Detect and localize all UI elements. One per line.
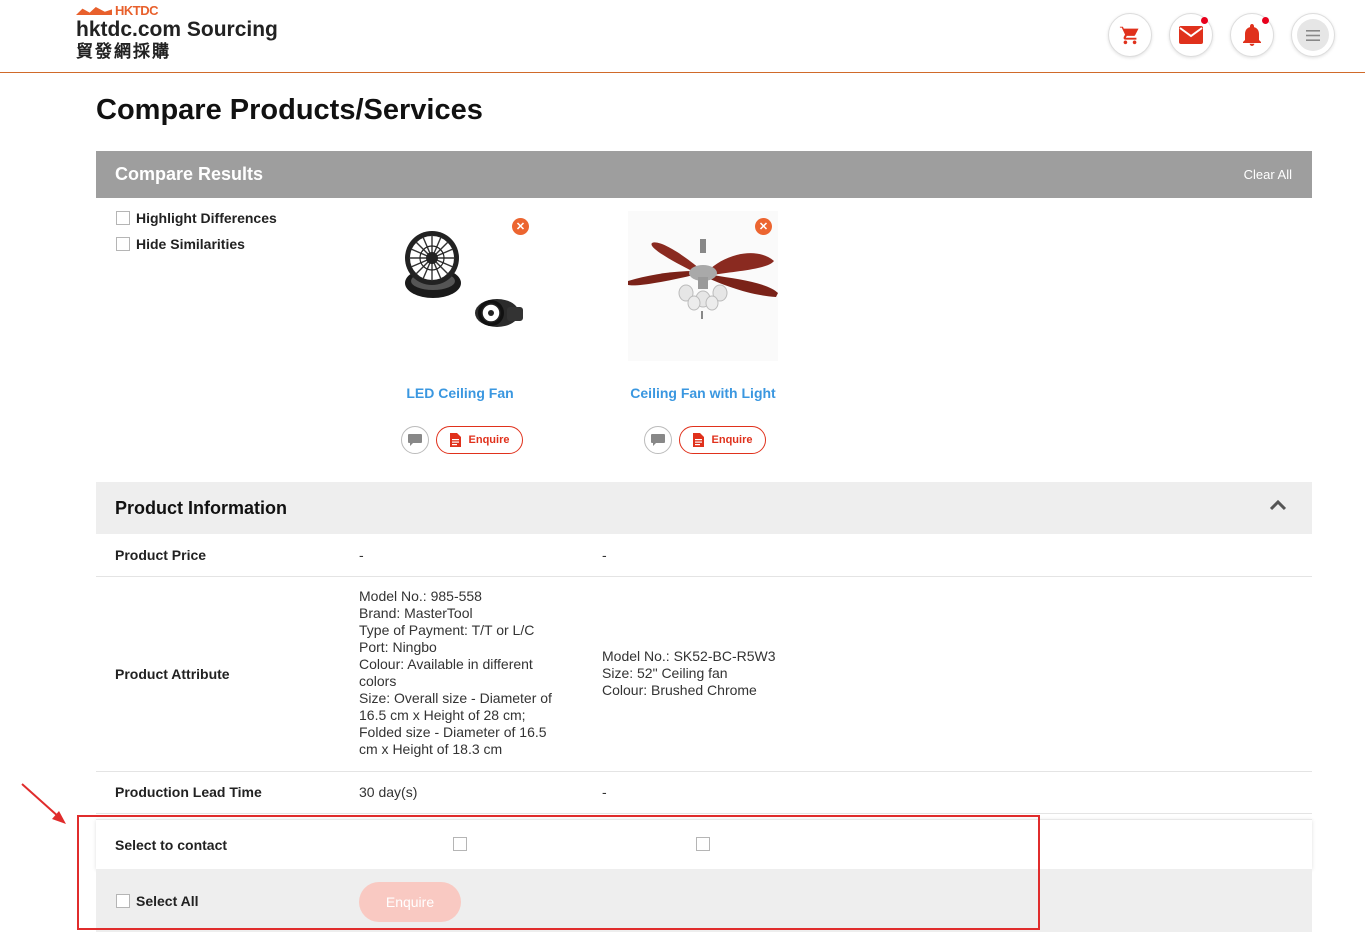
hktdc-logo[interactable]: HKTDC hktdc.com Sourcing 貿發網採購 xyxy=(76,3,278,62)
page-title: Compare Products/Services xyxy=(96,94,483,126)
product-name-link[interactable]: Ceiling Fan with Light xyxy=(618,385,788,401)
clear-all-link[interactable]: Clear All xyxy=(1244,167,1292,182)
row-label: Production Lead Time xyxy=(115,784,262,800)
select-all-checkbox[interactable] xyxy=(116,894,130,908)
table-row: Product Attribute Model No.: 985-558 Bra… xyxy=(96,577,1312,772)
contact-checkbox-product-1[interactable] xyxy=(453,837,467,851)
enquire-selected-button[interactable]: Enquire xyxy=(359,882,461,922)
menu-button[interactable] xyxy=(1291,13,1335,57)
enquire-label: Enquire xyxy=(711,434,753,446)
highlight-differences-checkbox[interactable] xyxy=(116,211,130,225)
product-card-2: ✕ xyxy=(628,211,778,361)
select-all-row: Select All Enquire xyxy=(96,869,1312,932)
ceiling-fan-with-light-image[interactable]: ✕ xyxy=(628,211,778,361)
hide-similarities-checkbox[interactable] xyxy=(116,237,130,251)
annotation-arrow-icon xyxy=(21,783,66,824)
hide-similarities-option[interactable]: Hide Similarities xyxy=(116,236,245,252)
product-actions: Enquire xyxy=(401,426,523,454)
select-all-option[interactable]: Select All xyxy=(116,893,199,909)
highlight-differences-label: Highlight Differences xyxy=(136,210,277,226)
row-value: - xyxy=(602,547,607,563)
product-actions: Enquire xyxy=(644,426,766,454)
notifications-button[interactable] xyxy=(1230,13,1274,57)
menu-icon xyxy=(1306,29,1320,41)
product-information-header[interactable]: Product Information xyxy=(96,482,1312,534)
row-label: Product Attribute xyxy=(115,666,230,682)
select-to-contact-row: Select to contact xyxy=(96,819,1312,869)
product-name-link[interactable]: LED Ceiling Fan xyxy=(385,385,535,401)
compare-results-title: Compare Results xyxy=(115,164,264,184)
compare-results-bar: Compare Results Clear All xyxy=(96,151,1312,198)
unread-dot xyxy=(1201,17,1208,24)
select-to-contact-label: Select to contact xyxy=(115,837,228,853)
chat-icon xyxy=(408,434,422,446)
chat-button[interactable] xyxy=(401,426,429,454)
document-icon xyxy=(692,433,704,447)
logo-brand: HKTDC xyxy=(115,2,159,18)
table-row: Product Price - - xyxy=(96,535,1312,577)
hide-similarities-label: Hide Similarities xyxy=(136,236,245,252)
logo-title: hktdc.com Sourcing xyxy=(76,18,278,41)
led-ceiling-fan-image[interactable]: ✕ xyxy=(385,211,535,361)
row-value: 30 day(s) xyxy=(359,784,418,800)
cart-icon xyxy=(1119,25,1139,45)
messages-button[interactable] xyxy=(1169,13,1213,57)
remove-product-button[interactable]: ✕ xyxy=(755,218,772,235)
logo-chinese-title: 貿發網採購 xyxy=(76,42,171,61)
enquire-label: Enquire xyxy=(468,434,510,446)
table-row: Production Lead Time 30 day(s) - xyxy=(96,772,1312,814)
product-enquire-button[interactable]: Enquire xyxy=(436,426,523,454)
top-header: HKTDC hktdc.com Sourcing 貿發網採購 xyxy=(0,0,1365,73)
chat-button[interactable] xyxy=(644,426,672,454)
bell-icon xyxy=(1243,24,1261,46)
cart-button[interactable] xyxy=(1108,13,1152,57)
mail-icon xyxy=(1179,26,1203,44)
row-value: Model No.: 985-558 Brand: MasterTool Typ… xyxy=(359,588,552,757)
hktdc-logo-mark-icon xyxy=(76,5,112,15)
document-icon xyxy=(449,433,461,447)
highlight-differences-option[interactable]: Highlight Differences xyxy=(116,210,277,226)
row-value: - xyxy=(359,547,364,563)
unread-dot xyxy=(1262,17,1269,24)
select-all-label: Select All xyxy=(136,893,199,909)
row-value: Model No.: SK52-BC-R5W3 Size: 52" Ceilin… xyxy=(602,648,776,698)
chat-icon xyxy=(651,434,665,446)
product-enquire-button[interactable]: Enquire xyxy=(679,426,766,454)
product-information-title: Product Information xyxy=(115,498,287,518)
chevron-up-icon[interactable] xyxy=(1269,499,1287,511)
row-value: - xyxy=(602,784,607,800)
row-label: Product Price xyxy=(115,547,207,563)
contact-checkbox-product-2[interactable] xyxy=(696,837,710,851)
product-card-1: ✕ xyxy=(385,211,535,361)
remove-product-button[interactable]: ✕ xyxy=(512,218,529,235)
